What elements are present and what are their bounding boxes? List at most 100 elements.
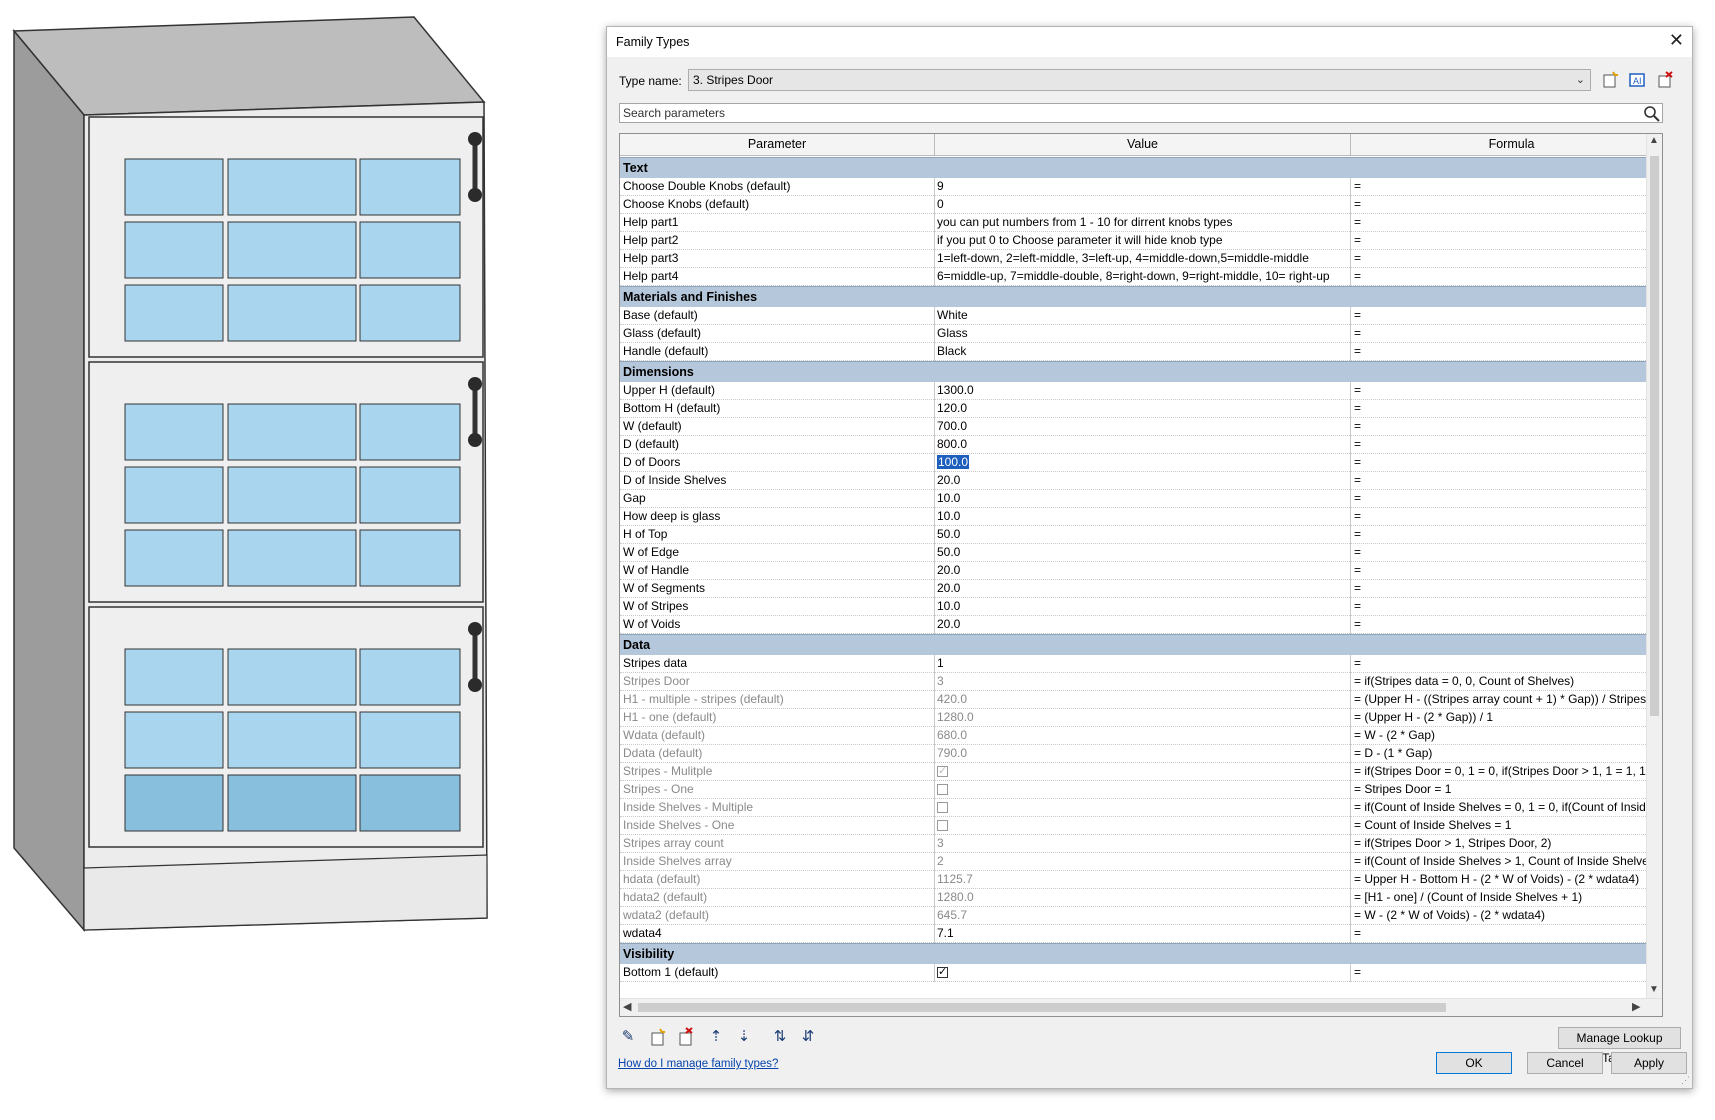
parameter-value[interactable]: you can put numbers from 1 - 10 for dirr… (935, 214, 1351, 232)
parameter-row[interactable]: W of Handle 20.0 = (620, 562, 1662, 580)
parameter-row[interactable]: Stripes - Mulitple = if(Stripes Door = 0,… (620, 763, 1662, 781)
parameter-name[interactable]: Choose Knobs (default) (620, 196, 935, 214)
parameter-name[interactable]: Help part4 (620, 268, 935, 286)
parameter-value[interactable]: 800.0 (935, 436, 1351, 454)
parameter-name[interactable]: Inside Shelves array (620, 853, 935, 871)
scroll-left-icon[interactable]: ◀ (623, 1000, 631, 1013)
parameter-formula[interactable]: = (1351, 544, 1662, 562)
type-name-dropdown[interactable]: 3. Stripes Door ⌄ (688, 69, 1591, 91)
column-header-value[interactable]: Value (935, 134, 1351, 155)
parameter-name[interactable]: Wdata (default) (620, 727, 935, 745)
parameter-name[interactable]: D (default) (620, 436, 935, 454)
parameter-formula[interactable]: = D - (1 * Gap) (1351, 745, 1662, 763)
parameter-formula[interactable]: = (1351, 616, 1662, 634)
parameter-row[interactable]: Stripes array count 3 = if(Stripes Door > … (620, 835, 1662, 853)
parameter-formula[interactable]: = (1351, 472, 1662, 490)
parameter-row[interactable]: wdata2 (default) 645.7 = W - (2 * W of Voi… (620, 907, 1662, 925)
parameter-row[interactable]: W (default) 700.0 = (620, 418, 1662, 436)
parameter-formula[interactable]: = if(Stripes data = 0, 0, Count of Shelv… (1351, 673, 1662, 691)
parameter-name[interactable]: Help part2 (620, 232, 935, 250)
parameter-formula[interactable]: = W - (2 * Gap) (1351, 727, 1662, 745)
scroll-down-icon[interactable]: ▼ (1649, 984, 1659, 995)
parameter-formula[interactable]: = (1351, 508, 1662, 526)
parameter-name[interactable]: W of Edge (620, 544, 935, 562)
parameter-formula[interactable]: = (1351, 268, 1662, 286)
parameter-row[interactable]: H1 - multiple - stripes (default) 420.0 = … (620, 691, 1662, 709)
parameter-name[interactable]: Stripes Door (620, 673, 935, 691)
parameter-row[interactable]: D of Inside Shelves 20.0 = (620, 472, 1662, 490)
parameter-row[interactable]: How deep is glass 10.0 = (620, 508, 1662, 526)
parameter-name[interactable]: hdata (default) (620, 871, 935, 889)
parameter-formula[interactable]: = (1351, 196, 1662, 214)
parameter-formula[interactable]: = (1351, 418, 1662, 436)
move-up-icon[interactable]: ⇡ (707, 1027, 725, 1047)
parameter-name[interactable]: Stripes - One (620, 781, 935, 799)
parameter-value[interactable]: 20.0 (935, 562, 1351, 580)
parameter-name[interactable]: W of Segments (620, 580, 935, 598)
parameter-row[interactable]: Help part2 if you put 0 to Choose paramet… (620, 232, 1662, 250)
parameter-name[interactable]: wdata2 (default) (620, 907, 935, 925)
parameter-name[interactable]: Handle (default) (620, 343, 935, 361)
search-parameters-input[interactable]: Search parameters (619, 103, 1663, 123)
new-parameter-icon[interactable] (649, 1027, 667, 1047)
parameter-row[interactable]: Stripes data 1 = (620, 655, 1662, 673)
resize-grip-icon[interactable]: ⋰ (1681, 1075, 1690, 1086)
parameter-formula[interactable]: = (1351, 925, 1662, 943)
parameter-name[interactable]: W of Handle (620, 562, 935, 580)
parameter-name[interactable]: Glass (default) (620, 325, 935, 343)
help-link[interactable]: How do I manage family types? (618, 1058, 778, 1070)
parameter-row[interactable]: Stripes Door 3 = if(Stripes data = 0, 0, C… (620, 673, 1662, 691)
parameter-row[interactable]: D (default) 800.0 = (620, 436, 1662, 454)
parameter-row[interactable]: Inside Shelves - Multiple = if(Count of I… (620, 799, 1662, 817)
parameter-formula[interactable]: = Count of Inside Shelves = 1 (1351, 817, 1662, 835)
parameter-value[interactable]: White (935, 307, 1351, 325)
parameter-name[interactable]: Bottom H (default) (620, 400, 935, 418)
vertical-scroll-thumb[interactable] (1650, 156, 1659, 716)
parameter-name[interactable]: Gap (620, 490, 935, 508)
group-header[interactable]: Data (620, 634, 1662, 655)
parameter-formula[interactable]: = W - (2 * W of Voids) - (2 * wdata4) (1351, 907, 1662, 925)
parameter-name[interactable]: Upper H (default) (620, 382, 935, 400)
parameter-name[interactable]: W (default) (620, 418, 935, 436)
checkbox[interactable] (937, 964, 948, 981)
parameter-row[interactable]: Glass (default) Glass = (620, 325, 1662, 343)
parameter-name[interactable]: Choose Double Knobs (default) (620, 178, 935, 196)
parameter-formula[interactable]: = (1351, 655, 1662, 673)
parameter-formula[interactable]: = Upper H - Bottom H - (2 * W of Voids) … (1351, 871, 1662, 889)
parameter-formula[interactable]: = if(Stripes Door > 1, Stripes Door, 2) (1351, 835, 1662, 853)
parameter-value[interactable]: 9 (935, 178, 1351, 196)
parameter-value[interactable]: if you put 0 to Choose parameter it will… (935, 232, 1351, 250)
parameter-row[interactable]: D of Doors 100.0 = (620, 454, 1662, 472)
selected-value[interactable]: 100.0 (937, 455, 970, 469)
parameter-value[interactable]: 50.0 (935, 526, 1351, 544)
parameter-row[interactable]: Handle (default) Black = (620, 343, 1662, 361)
search-icon[interactable] (1643, 105, 1660, 122)
parameter-formula[interactable]: = (1351, 598, 1662, 616)
parameter-name[interactable]: Ddata (default) (620, 745, 935, 763)
parameter-formula[interactable]: = if(Count of Inside Shelves = 0, 1 = 0,… (1351, 799, 1662, 817)
horizontal-scrollbar[interactable]: ◀ ▶ (620, 998, 1662, 1016)
parameter-value[interactable]: 6=middle-up, 7=middle-double, 8=right-do… (935, 268, 1351, 286)
parameter-name[interactable]: H of Top (620, 526, 935, 544)
vertical-scrollbar[interactable]: ▲ ▼ (1646, 134, 1662, 1000)
parameter-name[interactable]: Inside Shelves - One (620, 817, 935, 835)
parameter-row[interactable]: W of Stripes 10.0 = (620, 598, 1662, 616)
parameter-formula[interactable]: = (1351, 214, 1662, 232)
parameter-name[interactable]: Inside Shelves - Multiple (620, 799, 935, 817)
parameter-name[interactable]: Stripes array count (620, 835, 935, 853)
parameter-value[interactable]: 700.0 (935, 418, 1351, 436)
column-header-formula[interactable]: Formula (1351, 134, 1662, 155)
column-header-parameter[interactable]: Parameter (620, 134, 935, 155)
parameter-row[interactable]: Choose Double Knobs (default) 9 = (620, 178, 1662, 196)
ok-button[interactable]: OK (1436, 1052, 1512, 1074)
parameter-row[interactable]: Stripes - One = Stripes Door = 1 (620, 781, 1662, 799)
group-header[interactable]: Visibility (620, 943, 1662, 964)
parameter-formula[interactable]: = (1351, 454, 1662, 472)
parameter-value[interactable]: 50.0 (935, 544, 1351, 562)
parameter-value[interactable]: 1=left-down, 2=left-middle, 3=left-up, 4… (935, 250, 1351, 268)
parameter-row[interactable]: Ddata (default) 790.0 = D - (1 * Gap) (620, 745, 1662, 763)
parameter-formula[interactable]: = (1351, 382, 1662, 400)
parameter-row[interactable]: Wdata (default) 680.0 = W - (2 * Gap) (620, 727, 1662, 745)
parameter-formula[interactable]: = (Upper H - (2 * Gap)) / 1 (1351, 709, 1662, 727)
parameter-formula[interactable]: = (1351, 526, 1662, 544)
